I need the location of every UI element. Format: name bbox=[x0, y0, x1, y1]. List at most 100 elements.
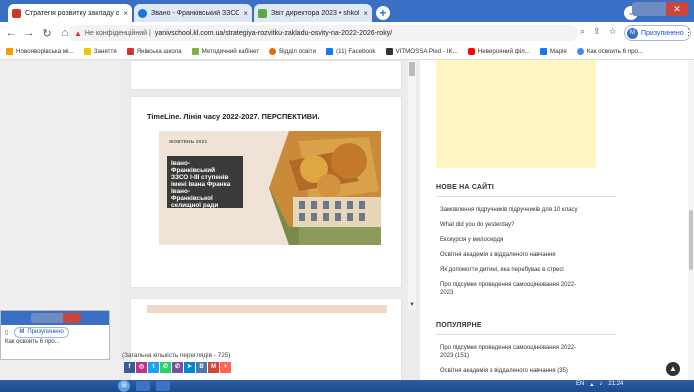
sync-label: Призупинено bbox=[641, 29, 684, 37]
bookmark-label: Заняття bbox=[93, 48, 117, 55]
popular-list: Про підсумки проведення самооцінювання 2… bbox=[440, 344, 580, 382]
close-icon[interactable]: × bbox=[123, 9, 128, 18]
tab-label: Звіт директора 2023 • shkolayan bbox=[271, 9, 359, 17]
new-tab-button[interactable]: + bbox=[376, 6, 390, 20]
menu-icon[interactable]: ⋮ bbox=[684, 27, 693, 38]
start-button[interactable]: ⊞ bbox=[118, 380, 130, 392]
separator: | bbox=[147, 29, 151, 37]
sync-label: Призупинено bbox=[27, 329, 64, 335]
clock[interactable]: 21:24 bbox=[608, 381, 623, 388]
warning-icon: ▲ bbox=[74, 28, 82, 38]
scroll-to-top-icon[interactable]: ▲ bbox=[666, 362, 680, 376]
bookmarks-bar: Новояворівська мі... Заняття Янівська шк… bbox=[0, 44, 694, 60]
post-card-timeline: TimeLine. Лінія часу 2022-2027. ПЕРСПЕКТ… bbox=[130, 96, 402, 288]
back-arrow-icon[interactable]: ← bbox=[4, 27, 18, 39]
bookmark-label: Как освоить 6 про... bbox=[586, 48, 644, 55]
main-column: TimeLine. Лінія часу 2022-2027. ПЕРСПЕКТ… bbox=[120, 60, 420, 382]
bookmark-item[interactable]: Неверояний філ... bbox=[467, 48, 530, 55]
post-banner-image[interactable]: ЖОВТЕНЬ 2021 Івано- Франківський ЗЗСО І-… bbox=[159, 131, 381, 245]
bookmark-item[interactable]: Марія bbox=[539, 48, 567, 55]
divider bbox=[436, 196, 616, 197]
new-on-site-list: Замовлення підручників підручників для 1… bbox=[440, 206, 580, 304]
instagram-share-icon[interactable]: ◎ bbox=[136, 362, 147, 373]
reload-icon[interactable]: ↻ bbox=[40, 27, 54, 40]
tab-ivano-frankivsk[interactable]: Звано - Франківський ЗЗСО І - ІІ × bbox=[134, 4, 252, 22]
sidebar-icon[interactable]: ▯ bbox=[5, 329, 8, 336]
list-item[interactable]: Як допомогти дитині, яка перебуває в стр… bbox=[440, 266, 580, 274]
volume-icon[interactable]: ♪ bbox=[599, 381, 602, 388]
list-item[interactable]: Про підсумки проведення самооцінювання 2… bbox=[440, 281, 580, 297]
sync-paused-button[interactable]: M Призупинено bbox=[624, 25, 691, 41]
list-item[interactable]: Замовлення підручників підручників для 1… bbox=[440, 206, 580, 214]
security-label: Не конфіденційний bbox=[84, 29, 148, 37]
bookmark-label: Новояворівська мі... bbox=[16, 48, 74, 55]
bookmark-item[interactable]: Как освоить 6 про... bbox=[1, 339, 109, 345]
language-indicator[interactable]: EN bbox=[576, 381, 584, 388]
tab-label: Стратегія розвитку закладу осв bbox=[25, 9, 120, 17]
scrollbar-thumb[interactable] bbox=[689, 210, 693, 270]
page-scrollbar[interactable] bbox=[688, 60, 694, 382]
background-browser-window[interactable]: ▯ M Призупинено Как освоить 6 про... bbox=[0, 310, 110, 360]
facebook-icon bbox=[326, 48, 334, 55]
banner-line: імені Івана Франка bbox=[171, 181, 231, 188]
search-icon[interactable]: ⌕ bbox=[580, 26, 585, 37]
facebook-share-icon[interactable]: f bbox=[124, 362, 135, 373]
section-title-new: НОВЕ НА САЙТІ bbox=[436, 184, 495, 191]
tab-strategy[interactable]: Стратегія розвитку закладу осв × bbox=[8, 4, 132, 22]
share-icon[interactable]: ⇪ bbox=[593, 26, 601, 37]
banner-line: Івано- bbox=[171, 188, 191, 195]
twitter-share-icon[interactable]: t bbox=[148, 362, 159, 373]
window-close-icon[interactable]: ✕ bbox=[666, 2, 688, 16]
bookmark-favicon-icon bbox=[385, 48, 393, 55]
scroll-down-icon[interactable]: ▼ bbox=[409, 302, 415, 308]
bookmark-favicon-icon bbox=[126, 48, 134, 55]
system-tray: EN ▴ ♪ 21:24 bbox=[576, 381, 623, 388]
bookmark-item[interactable]: Методичний кабінет bbox=[191, 48, 259, 55]
bookmark-item[interactable]: (11) Facebook bbox=[326, 48, 376, 55]
window-controls[interactable] bbox=[31, 313, 81, 323]
bookmark-label: (11) Facebook bbox=[336, 48, 376, 55]
window-titlebar[interactable] bbox=[1, 311, 109, 325]
bookmark-item[interactable]: Відділ освіти bbox=[269, 48, 316, 55]
address-bar[interactable]: ▲ Не конфіденційний | yanivschool.kl.com… bbox=[68, 25, 578, 41]
tab-director-report[interactable]: Звіт директора 2023 • shkolayan × bbox=[254, 4, 372, 22]
post-title[interactable]: TimeLine. Лінія часу 2022-2027. ПЕРСПЕКТ… bbox=[147, 112, 319, 121]
bookmark-label: VITMOSSA Pled - IK... bbox=[395, 48, 458, 55]
network-icon[interactable]: ▴ bbox=[590, 381, 593, 388]
window-controls[interactable]: ✕ bbox=[632, 2, 688, 16]
close-icon[interactable]: × bbox=[363, 9, 368, 18]
list-item[interactable]: Про підсумки проведення самооцінювання 2… bbox=[440, 344, 580, 360]
window-close-icon[interactable] bbox=[63, 313, 81, 323]
taskbar: ⊞ EN ▴ ♪ 21:24 bbox=[0, 380, 694, 392]
inner-scrollbar[interactable]: ▼ bbox=[408, 60, 416, 310]
bookmark-label: Неверояний філ... bbox=[477, 48, 530, 55]
scrollbar-thumb[interactable] bbox=[409, 62, 415, 76]
list-item[interactable]: Екскурсія у милосердя bbox=[440, 236, 580, 244]
taskbar-chrome-icon[interactable] bbox=[136, 381, 150, 391]
list-item[interactable]: What did you do yesterday? bbox=[440, 221, 580, 229]
next-post-image[interactable] bbox=[147, 305, 387, 313]
close-icon[interactable]: × bbox=[243, 9, 248, 18]
bookmark-label: Відділ освіти bbox=[279, 48, 317, 55]
bookmark-item[interactable]: VITMOSSA Pled - IK... bbox=[385, 48, 458, 55]
bookmark-item[interactable]: Как освоить 6 про... bbox=[576, 48, 644, 55]
taskbar-app-icon[interactable] bbox=[156, 381, 170, 391]
youtube-icon bbox=[467, 48, 475, 55]
list-item[interactable]: Освітня академія з віддаленого навчання … bbox=[440, 367, 580, 375]
telegram-share-icon[interactable]: ➤ bbox=[184, 362, 195, 373]
star-icon[interactable]: ☆ bbox=[609, 26, 617, 37]
toolbar-icons: ⌕ ⇪ ☆ ▯ bbox=[580, 26, 630, 37]
bookmark-item[interactable]: Заняття bbox=[83, 48, 117, 55]
sync-paused-button[interactable]: M Призупинено bbox=[14, 326, 69, 338]
viber-share-icon[interactable]: ✆ bbox=[172, 362, 183, 373]
bookmark-favicon-icon bbox=[6, 48, 13, 55]
bookmark-item[interactable]: Янівська школа bbox=[126, 48, 182, 55]
gmail-share-icon[interactable]: M bbox=[208, 362, 219, 373]
avatar: M bbox=[627, 27, 638, 39]
list-item[interactable]: Освітня академія з віддаленого навчання bbox=[440, 251, 580, 259]
forward-arrow-icon[interactable]: → bbox=[22, 27, 36, 39]
whatsapp-share-icon[interactable]: ✆ bbox=[160, 362, 171, 373]
more-share-icon[interactable]: + bbox=[220, 362, 231, 373]
vk-share-icon[interactable]: В bbox=[196, 362, 207, 373]
bookmark-item[interactable]: Новояворівська мі... bbox=[6, 48, 74, 55]
